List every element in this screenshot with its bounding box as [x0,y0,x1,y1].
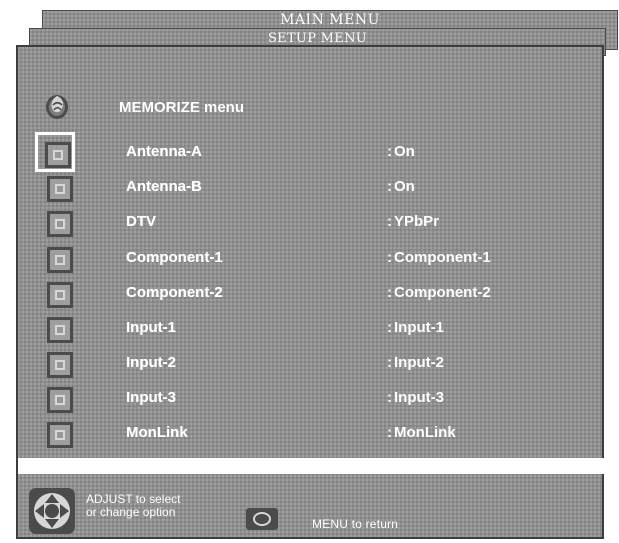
directional-pad-icon [28,487,76,535]
adjust-instruction-line-2: or change option [86,505,176,519]
menu-row-antenna-b[interactable]: Antenna-B : On [18,170,606,206]
menu-row-value: : On [387,178,415,195]
menu-row-value: : Input-2 [387,354,444,371]
item-square-icon [44,141,72,169]
memorize-menu-panel: MEMORIZE menu Antenna-A : On Antenna-B:… [16,45,606,539]
memorize-menu-heading-row: MEMORIZE menu [18,92,606,122]
item-square-icon [46,246,74,274]
menu-row-label: Input-3 [126,389,176,406]
menu-row-value-text: On [394,143,415,160]
menu-row-label: DTV [126,213,156,230]
menu-row-value-text: On [394,178,415,195]
menu-button-icon [245,507,279,531]
menu-row-label: Component-2 [126,284,223,301]
menu-row-value-text: Input-2 [394,354,444,371]
item-square-icon [46,351,74,379]
menu-row-component-1[interactable]: Component-1 : Component-1 [18,241,606,277]
footer-divider [18,458,606,474]
menu-row-input-2[interactable]: Input-2 : Input-2 [18,346,606,382]
menu-row-value: : Component-1 [387,249,491,266]
item-square-icon [46,386,74,414]
menu-row-input-3[interactable]: Input-3 : Input-3 [18,381,606,417]
main-menu-title: MAIN MENU [280,12,380,28]
menu-row-value-text: YPbPr [394,213,440,230]
item-square-icon [46,210,74,238]
menu-row-value: : Input-3 [387,389,444,406]
tv-menu-screen: MAIN MENU SETUP MENU MEMORIZE menu Anten… [0,0,619,543]
memorize-icon [43,92,71,122]
menu-row-component-2[interactable]: Component-2 : Component-2 [18,276,606,312]
menu-row-label: Antenna-A [126,143,202,160]
menu-row-label: MonLink [126,424,188,441]
menu-row-value-text: Component-2 [394,284,491,301]
menu-row-label: Input-2 [126,354,176,371]
item-square-icon [46,316,74,344]
selected-item-square-icon [35,132,75,172]
menu-return-instruction: MENU to return [312,517,399,531]
menu-row-label: Input-1 [126,319,176,336]
menu-row-value-text: Input-3 [394,389,444,406]
adjust-instruction: ADJUST to select or change option [86,493,236,519]
menu-row-value-text: MonLink [394,424,456,441]
menu-row-value-text: Input-1 [394,319,444,336]
menu-row-dtv[interactable]: DTV : YPbPr [18,205,606,241]
menu-row-value: : MonLink [387,424,456,441]
menu-row-value: : On [387,143,415,160]
menu-row-input-1[interactable]: Input-1 : Input-1 [18,311,606,347]
memorize-menu-title: MEMORIZE menu [119,99,245,116]
menu-row-antenna-a[interactable]: Antenna-A : On [18,132,606,172]
menu-row-label: Antenna-B [126,178,202,195]
menu-row-value-text: Component-1 [394,249,491,266]
menu-row-value: : YPbPr [387,213,440,230]
menu-row-value: : Input-1 [387,319,444,336]
item-square-icon [46,281,74,309]
menu-row-value: : Component-2 [387,284,491,301]
menu-row-monlink[interactable]: MonLink : MonLink [18,416,606,452]
menu-footer: ADJUST to select or change option MENU t… [18,474,606,537]
menu-row-label: Component-1 [126,249,223,266]
memorize-menu-list: Antenna-A : On Antenna-B : On DTV: YPbP… [18,132,606,455]
item-square-icon [46,421,74,449]
item-square-icon [46,175,74,203]
